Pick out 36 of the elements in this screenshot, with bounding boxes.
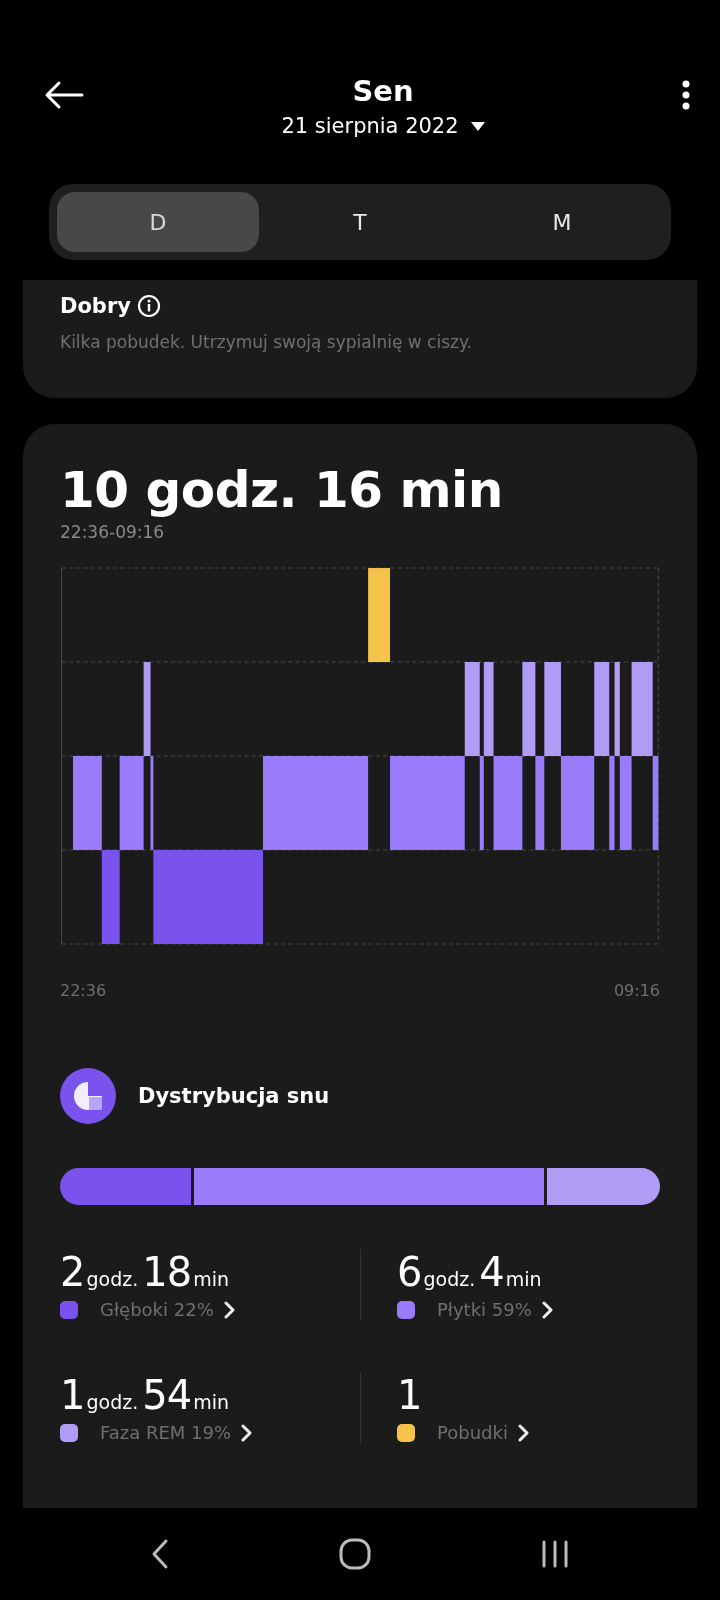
stat-link[interactable]: Głęboki 22%: [60, 1299, 360, 1320]
period-tab[interactable]: D: [57, 192, 259, 252]
stat-label: Głęboki 22%: [100, 1299, 214, 1320]
stat-label: Faza REM 19%: [100, 1422, 232, 1443]
recent-apps-button[interactable]: [540, 1539, 570, 1569]
back-button[interactable]: [44, 80, 84, 110]
nav-back-button[interactable]: [150, 1538, 170, 1570]
stat-value: 2 godz.18 min: [60, 1249, 230, 1295]
info-icon[interactable]: [136, 294, 161, 318]
stat-label: Płytki 59%: [437, 1299, 532, 1320]
end-time-label: 09:16: [613, 981, 660, 1000]
sleep-time-range: 22:36-09:16: [60, 522, 166, 542]
pie-chart-icon: [60, 1068, 116, 1124]
home-button[interactable]: [339, 1538, 371, 1570]
quality-title: Dobry: [60, 294, 131, 318]
stat-link[interactable]: Płytki 59%: [397, 1299, 660, 1320]
stat-value: 6 godz.4 min: [397, 1249, 543, 1295]
stat-link[interactable]: Faza REM 19%: [60, 1422, 360, 1443]
distribution-title: Dystrybucja snu: [138, 1084, 330, 1108]
page-title: Sen: [352, 74, 414, 108]
chevron-right-icon: [541, 1300, 554, 1319]
caret-icon: [470, 121, 485, 131]
period-tab[interactable]: M: [461, 192, 663, 252]
quality-description: Kilka pobudek. Utrzymuj swoją sypialnię w ciszy.: [60, 332, 473, 352]
stat-link[interactable]: Pobudki: [397, 1422, 660, 1443]
chevron-right-icon: [241, 1423, 254, 1442]
chevron-right-icon: [517, 1423, 530, 1442]
stat-value: 1 godz.54 min: [60, 1372, 230, 1418]
start-time-label: 22:36: [60, 981, 107, 1000]
sleep-duration: 10 godz. 16 min: [60, 460, 504, 521]
stat-value: 1: [397, 1372, 423, 1418]
stat-label: Pobudki: [437, 1422, 508, 1443]
more-options-button[interactable]: [682, 80, 690, 110]
period-tab[interactable]: T: [259, 192, 461, 252]
chevron-right-icon: [223, 1300, 236, 1319]
date-selector[interactable]: 21 sierpnia 2022: [281, 114, 485, 138]
